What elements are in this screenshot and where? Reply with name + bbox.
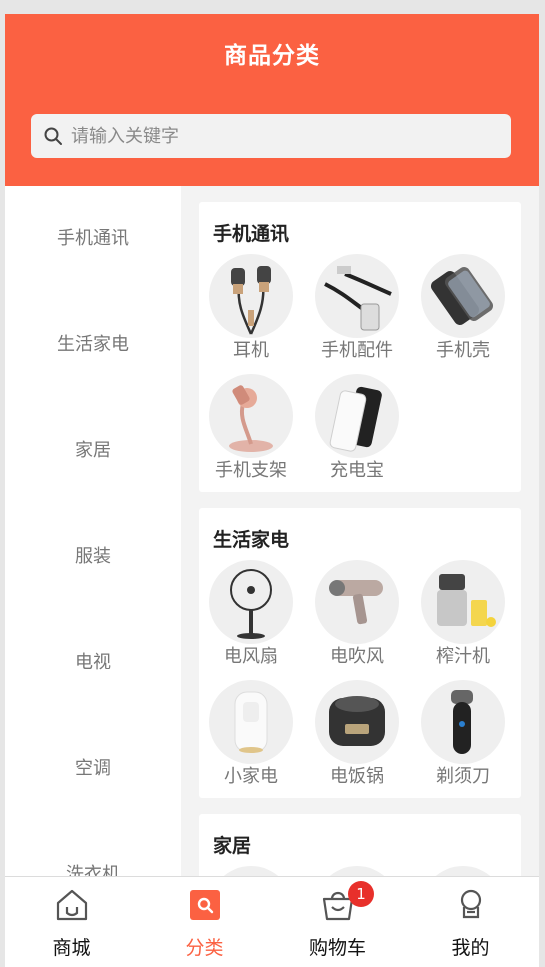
product-label: 充电宝 xyxy=(330,460,384,481)
section-title: 手机通讯 xyxy=(213,223,290,245)
category-icon xyxy=(189,890,220,920)
product-label: 电吹风 xyxy=(330,646,384,667)
sidebar-item-phones[interactable]: 手机通讯 xyxy=(5,186,181,292)
shaver-icon xyxy=(451,690,473,754)
cart-badge: 1 xyxy=(348,881,374,907)
tab-category[interactable]: 分类 xyxy=(138,877,271,967)
tab-label: 分类 xyxy=(185,937,224,959)
product-item[interactable]: 耳机 xyxy=(199,254,295,370)
section-phones: 手机通讯 耳机 手机配件 手机壳 手机支架 充电宝 xyxy=(199,202,521,492)
product-label: 手机壳 xyxy=(436,340,490,361)
category-content: 手机通讯 耳机 手机配件 手机壳 手机支架 充电宝 生活家电 电风扇 电吹风 榨… xyxy=(181,186,539,876)
tab-cart[interactable]: 1 购物车 xyxy=(271,877,404,967)
section-title: 家居 xyxy=(213,835,252,857)
power-bank-icon xyxy=(329,386,382,452)
section-title: 生活家电 xyxy=(213,529,290,551)
product-thumb[interactable] xyxy=(421,866,505,876)
sidebar-item-appliances[interactable]: 生活家电 xyxy=(5,292,181,398)
tab-label: 我的 xyxy=(451,937,490,959)
product-item[interactable]: 手机支架 xyxy=(199,374,295,490)
sidebar-item-clothing[interactable]: 服装 xyxy=(5,504,181,610)
product-item[interactable]: 剃须刀 xyxy=(411,680,507,796)
tab-label: 商城 xyxy=(52,937,91,959)
product-label: 手机配件 xyxy=(321,340,393,361)
search-icon xyxy=(44,127,62,145)
header: 商品分类 xyxy=(5,14,539,186)
hair-dryer-icon xyxy=(329,580,383,625)
product-item[interactable]: 手机配件 xyxy=(305,254,401,370)
rice-cooker-icon xyxy=(329,696,385,746)
section-appliances: 生活家电 电风扇 电吹风 榨汁机 小家电 电饭锅 剃须刀 xyxy=(199,508,521,798)
product-item[interactable]: 手机壳 xyxy=(411,254,507,370)
section-home: 家居 xyxy=(199,814,521,876)
juicer-icon xyxy=(437,574,496,627)
product-item[interactable]: 电吹风 xyxy=(305,560,401,676)
sidebar-item-aircon[interactable]: 空调 xyxy=(5,716,181,822)
sidebar-item-home[interactable]: 家居 xyxy=(5,398,181,504)
product-item[interactable]: 电饭锅 xyxy=(305,680,401,796)
product-item[interactable]: 榨汁机 xyxy=(411,560,507,676)
humidifier-icon xyxy=(234,691,268,753)
tab-label: 购物车 xyxy=(308,937,366,959)
product-label: 电饭锅 xyxy=(330,766,384,787)
phone-case-icon xyxy=(430,267,494,325)
fan-icon xyxy=(230,569,272,639)
profile-icon xyxy=(460,889,481,919)
sidebar-item-washer[interactable]: 洗衣机 xyxy=(5,822,181,876)
search-input[interactable] xyxy=(71,114,501,158)
earphones-icon xyxy=(231,266,271,335)
sidebar-item-tv[interactable]: 电视 xyxy=(5,610,181,716)
product-thumb[interactable] xyxy=(209,866,293,876)
product-label: 耳机 xyxy=(233,340,269,361)
product-label: 榨汁机 xyxy=(436,646,490,667)
product-label: 小家电 xyxy=(224,766,278,787)
page-title: 商品分类 xyxy=(224,43,320,69)
search-bar[interactable] xyxy=(31,114,511,158)
cable-icon xyxy=(324,266,392,331)
app-screen: 商品分类 手机通讯 生活家电 家居 服装 电视 空调 洗衣机 手机通讯 xyxy=(5,14,539,967)
home-icon xyxy=(56,889,87,921)
product-label: 电风扇 xyxy=(224,646,278,667)
bottom-tab-bar: 商城 分类 1 购物车 我的 xyxy=(5,876,539,967)
tab-mall[interactable]: 商城 xyxy=(5,877,138,967)
category-sidebar: 手机通讯 生活家电 家居 服装 电视 空调 洗衣机 xyxy=(5,186,181,876)
phone-stand-icon xyxy=(229,385,273,452)
tab-mine[interactable]: 我的 xyxy=(404,877,537,967)
product-item[interactable]: 小家电 xyxy=(199,680,295,796)
product-label: 手机支架 xyxy=(215,460,287,481)
product-label: 剃须刀 xyxy=(436,766,490,787)
product-item[interactable]: 充电宝 xyxy=(305,374,401,490)
product-item[interactable]: 电风扇 xyxy=(199,560,295,676)
product-thumb[interactable] xyxy=(315,866,399,876)
